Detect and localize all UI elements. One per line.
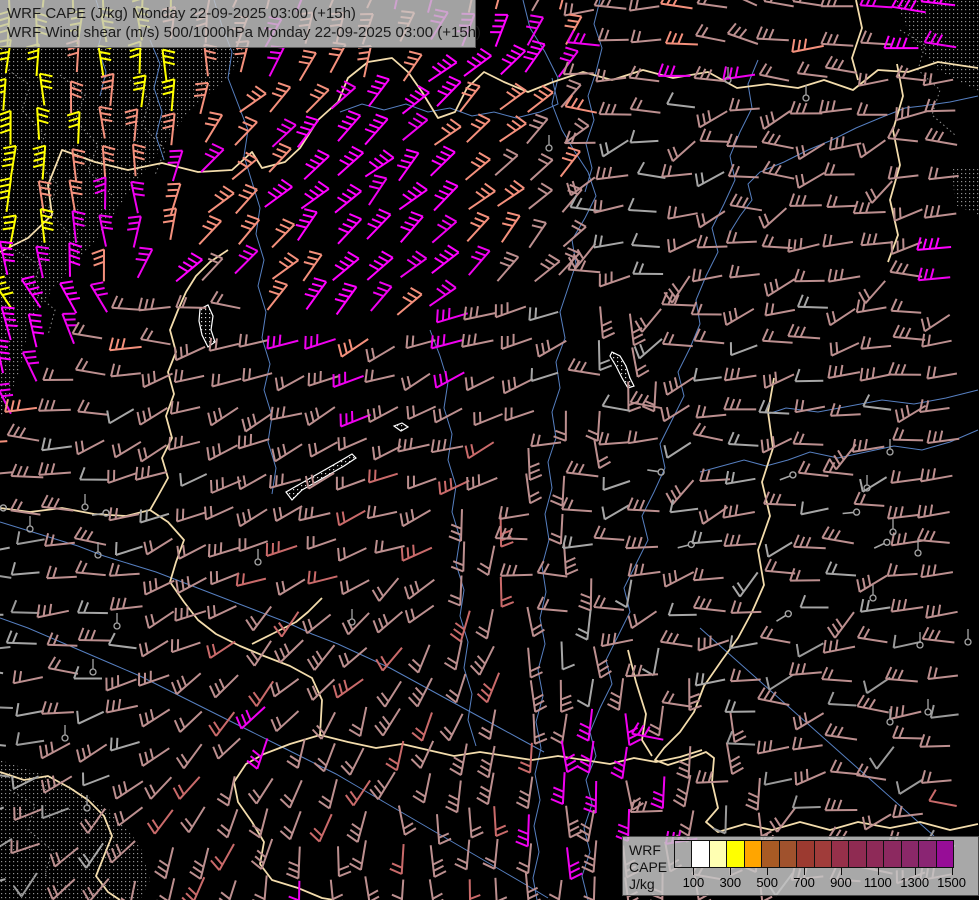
colorbar-cell [935,840,954,868]
colorbar-cell [691,840,710,868]
colorbar-tick [804,868,806,875]
colorbar-tick [914,868,916,875]
title-line-cape: WRF CAPE (J/kg) Monday 22-09-2025 03:00 … [7,5,356,22]
legend-label-unit: J/kg [629,876,655,892]
tick-label: 100 [682,875,705,890]
colorbar-cell [813,840,832,868]
colorbar-tick [877,868,879,875]
title-line-shear: WRF Wind shear (m/s) 500/1000hPa Monday … [7,24,482,41]
colorbar-cell [848,840,867,868]
colorbar-cell [674,840,693,868]
colorbar-cell [778,840,798,868]
legend-label-variable: CAPE [629,859,668,875]
colorbar-cell [743,840,763,868]
colorbar-cell [796,840,815,868]
tick-label: 1500 [937,875,967,890]
tick-label: 1300 [900,875,930,890]
colorbar-tick [951,868,953,875]
legend-label-model: WRF [629,842,661,858]
colorbar-tick [730,868,732,875]
legend-colorbar: 100 300 500 700 900 1100 1300 1500 [674,840,971,895]
weather-map-frame: WRF CAPE (J/kg) Monday 22-09-2025 03:00 … [0,0,979,900]
colorbar-cell [761,840,780,868]
colorbar-cell [830,840,850,868]
tick-label: 1100 [863,875,892,890]
tick-label: 500 [756,875,779,890]
colorbar-cell [865,840,885,868]
colorbar-cell [918,840,937,868]
tick-label: 700 [793,875,815,890]
tick-label: 900 [830,875,852,890]
colorbar-tick-labels: 100 300 500 700 900 1100 1300 1500 [675,875,971,890]
colorbar-cell [883,840,902,868]
colorbar-tick [693,868,695,875]
colorbar-cells [674,840,971,868]
colorbar-tick [840,868,842,875]
colorbar-cell [900,840,920,868]
colorbar-tick [767,868,769,875]
legend-label: WRF CAPE J/kg [629,840,675,895]
colorbar-cell [708,840,728,868]
tick-label: 300 [719,875,742,890]
colorbar-cell [726,840,745,868]
title-box: WRF CAPE (J/kg) Monday 22-09-2025 03:00 … [0,0,482,48]
map-canvas [0,0,979,900]
cape-legend: WRF CAPE J/kg 100 300 500 700 900 1100 1… [622,836,979,896]
